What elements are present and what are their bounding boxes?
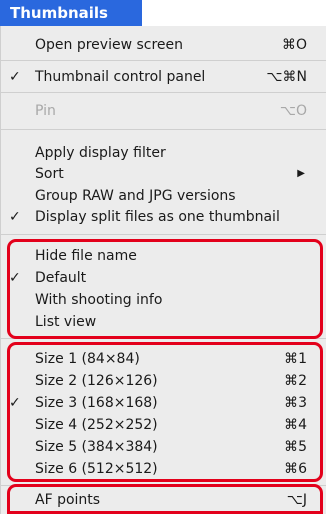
menu-separator <box>1 129 326 130</box>
menu-item-hide-file-name[interactable]: Hide file name <box>1 245 326 267</box>
checkmark-icon: ✓ <box>9 69 21 85</box>
menu-separator <box>1 485 326 486</box>
menu-item-label: Size 5 (384×384) <box>35 439 158 455</box>
menu-item-pin: Pin ⌥O <box>1 100 326 122</box>
menu-item-label: Size 6 (512×512) <box>35 461 158 477</box>
menu-item-label: Open preview screen <box>35 37 184 53</box>
menu-separator <box>1 60 326 61</box>
menu-item-shortcut: ⌘3 <box>284 395 307 411</box>
menu-item-shortcut: ⌘4 <box>284 417 307 433</box>
menu-item-size-1[interactable]: Size 1 (84×84) ⌘1 <box>1 348 326 370</box>
menu-item-with-shooting-info[interactable]: With shooting info <box>1 289 326 311</box>
menu-item-shortcut: ⌘2 <box>284 373 307 389</box>
menu-bar: Thumbnails <box>0 0 326 26</box>
menu-item-shortcut: ⌥⌘N <box>266 69 307 85</box>
checkmark-icon: ✓ <box>9 395 21 411</box>
menu-item-label: Size 1 (84×84) <box>35 351 140 367</box>
menu-item-group-raw-jpg[interactable]: Group RAW and JPG versions <box>1 185 326 207</box>
menu-item-thumbnail-control-panel[interactable]: ✓ Thumbnail control panel ⌥⌘N <box>1 66 326 88</box>
menu-item-label: Display split files as one thumbnail <box>35 209 280 225</box>
menu-item-af-points[interactable]: AF points ⌥J <box>1 489 326 511</box>
menu-item-label: Default <box>35 270 87 286</box>
checkmark-icon: ✓ <box>9 270 21 286</box>
menu-item-shortcut: ⌥J <box>286 492 307 508</box>
menu-title-thumbnails[interactable]: Thumbnails <box>0 0 142 26</box>
menu-item-sort[interactable]: Sort ▶ <box>1 163 326 185</box>
menu-item-open-preview-screen[interactable]: Open preview screen ⌘O <box>1 34 326 56</box>
menu-item-label: Size 3 (168×168) <box>35 395 158 411</box>
menu-item-size-2[interactable]: Size 2 (126×126) ⌘2 <box>1 370 326 392</box>
menu-separator <box>1 234 326 235</box>
menu-separator <box>1 338 326 339</box>
thumbnails-menu-panel: Open preview screen ⌘O ✓ Thumbnail contr… <box>0 26 326 514</box>
menu-item-label: Apply display filter <box>35 145 166 161</box>
menu-item-label: Group RAW and JPG versions <box>35 188 236 204</box>
menu-item-size-5[interactable]: Size 5 (384×384) ⌘5 <box>1 436 326 458</box>
menu-item-shortcut: ⌘6 <box>284 461 307 477</box>
menu-item-default[interactable]: ✓ Default <box>1 267 326 289</box>
menu-item-label: Hide file name <box>35 248 137 264</box>
menu-item-size-6[interactable]: Size 6 (512×512) ⌘6 <box>1 458 326 480</box>
menu-item-label: Pin <box>35 103 56 119</box>
menu-item-label: Size 2 (126×126) <box>35 373 158 389</box>
menu-item-shortcut: ⌘O <box>281 37 307 53</box>
menu-separator <box>1 92 326 93</box>
menu-item-list-view[interactable]: List view <box>1 311 326 333</box>
menu-item-size-3[interactable]: ✓ Size 3 (168×168) ⌘3 <box>1 392 326 414</box>
menu-item-label: Thumbnail control panel <box>35 69 206 85</box>
menu-item-label: AF points <box>35 492 101 508</box>
menu-item-label: Size 4 (252×252) <box>35 417 158 433</box>
menu-item-shortcut: ⌘5 <box>284 439 307 455</box>
submenu-arrow-icon: ▶ <box>297 168 305 179</box>
checkmark-icon: ✓ <box>9 209 21 225</box>
menu-item-label: With shooting info <box>35 292 163 308</box>
menu-item-shortcut: ⌥O <box>279 103 307 119</box>
menu-item-label: Sort <box>35 166 64 182</box>
menu-item-apply-display-filter[interactable]: Apply display filter <box>1 142 326 164</box>
menu-item-shortcut: ⌘1 <box>284 351 307 367</box>
menu-item-size-4[interactable]: Size 4 (252×252) ⌘4 <box>1 414 326 436</box>
menu-item-label: List view <box>35 314 97 330</box>
menu-item-display-split-files[interactable]: ✓ Display split files as one thumbnail <box>1 206 326 228</box>
